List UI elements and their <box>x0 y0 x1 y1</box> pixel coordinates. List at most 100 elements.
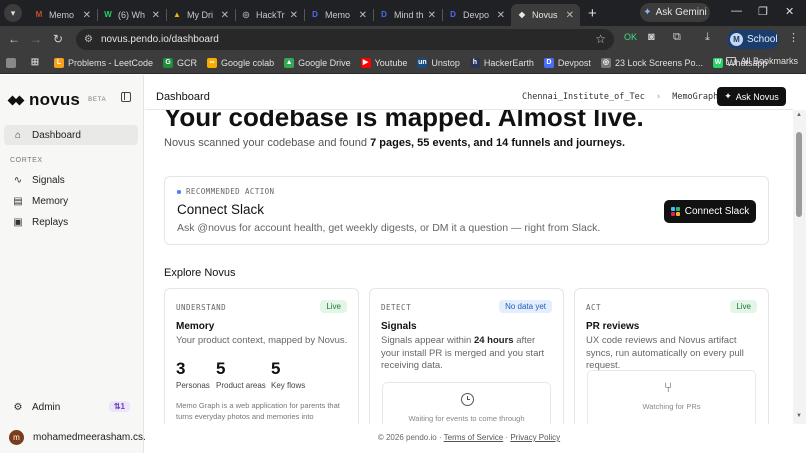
browser-tab[interactable]: D Memo ✕ <box>304 4 373 26</box>
pr-reviews-card[interactable]: ACT Live PR reviews UX code reviews and … <box>574 288 769 424</box>
bookmark-favicon-icon: D <box>543 57 554 68</box>
footer: © 2026 pendo.io · Terms of Service · Pri… <box>145 424 793 453</box>
novus-logo[interactable]: novus BETA <box>9 90 107 110</box>
user-menu[interactable]: m mohamedmeerasham.cs... <box>9 430 151 445</box>
close-tab-icon[interactable]: ✕ <box>290 10 298 21</box>
browser-tab[interactable]: D Devpo ✕ <box>442 4 511 26</box>
tab-favicon-icon: W <box>104 10 112 19</box>
ask-gemini-label: Ask Gemini <box>655 7 707 18</box>
privacy-link[interactable]: Privacy Policy <box>510 433 560 442</box>
kicker-text: RECOMMENDED ACTION <box>186 187 275 196</box>
recommended-kicker: RECOMMENDED ACTION <box>177 187 274 196</box>
bookmark-item[interactable]: un Unstop <box>417 57 460 68</box>
profile-avatar: M <box>730 33 743 46</box>
bookmark-item[interactable]: ▲ Google Drive <box>284 57 351 68</box>
sidebar-item-admin[interactable]: ⚙ Admin ⇅1 <box>4 397 138 417</box>
terms-link[interactable]: Terms of Service <box>444 433 504 442</box>
book-icon: ▤ <box>13 195 23 207</box>
back-icon[interactable]: ← <box>3 32 25 46</box>
forward-icon[interactable]: → <box>25 32 47 46</box>
bookmark-item[interactable]: ◎ 23 Lock Screens Po... <box>600 57 703 68</box>
browser-tab[interactable]: W (6) Wh ✕ <box>97 4 166 26</box>
bookmark-favicon-icon: ∞ <box>207 57 218 68</box>
scroll-up-icon[interactable]: ▲ <box>796 112 802 118</box>
close-tab-icon[interactable]: ✕ <box>152 10 160 21</box>
bookmark-star-icon[interactable]: ☆ <box>595 32 606 46</box>
close-window-icon[interactable]: ✕ <box>785 5 794 18</box>
stat-product-areas: 5 Product areas <box>216 359 266 390</box>
subtitle-text: Novus scanned your codebase and found <box>164 137 371 149</box>
explore-heading: Explore Novus <box>164 267 236 279</box>
desc-highlight: 24 hours <box>473 335 514 346</box>
page-scrollbar[interactable]: ▲ ▼ <box>793 110 806 424</box>
sidebar-item-memory[interactable]: ▤ Memory <box>4 191 138 211</box>
tab-title: Devpo <box>463 10 490 20</box>
bookmark-item[interactable]: D Devpost <box>543 57 591 68</box>
tab-search-icon[interactable]: ▾ <box>4 4 22 22</box>
browser-tab[interactable]: ◆ Novus ✕ <box>511 4 580 26</box>
bookmark-grid-icon[interactable]: ⊞ <box>30 57 44 68</box>
download-icon[interactable]: ⤓ <box>705 31 710 44</box>
bookmark-label: HackerEarth <box>483 57 534 68</box>
ask-gemini-button[interactable]: ✦ Ask Gemini <box>640 3 710 22</box>
browser-tab[interactable]: ▲ My Dri ✕ <box>166 4 235 26</box>
bookmark-favicon-icon: ◎ <box>600 57 611 68</box>
status-dot-icon <box>177 190 181 194</box>
bookmark-label: Google colab <box>221 57 275 68</box>
bookmark-favicon-icon: un <box>417 57 428 68</box>
waiting-text: Waiting for events to come through <box>408 414 525 423</box>
reload-icon[interactable]: ↻ <box>47 32 69 46</box>
admin-count-badge: ⇅1 <box>108 401 130 412</box>
minimize-icon[interactable]: — <box>731 5 742 17</box>
connect-slack-button[interactable]: Connect Slack <box>664 200 756 223</box>
card-description: Signals appear within 24 hours after you… <box>381 335 556 373</box>
bookmark-item[interactable]: h HackerEarth <box>469 57 534 68</box>
bookmark-item[interactable]: G GCR <box>163 57 198 68</box>
tab-favicon-icon: D <box>381 10 387 19</box>
close-tab-icon[interactable]: ✕ <box>566 10 574 21</box>
memory-card[interactable]: UNDERSTAND Live Memory Your product cont… <box>164 288 359 424</box>
close-tab-icon[interactable]: ✕ <box>221 10 229 21</box>
ask-novus-button[interactable]: ✦ Ask Novus <box>717 87 786 106</box>
tab-title: HackTr <box>256 10 285 20</box>
collapse-sidebar-icon[interactable] <box>121 92 131 102</box>
close-tab-icon[interactable]: ✕ <box>359 10 367 21</box>
close-tab-icon[interactable]: ✕ <box>428 10 436 21</box>
new-tab-button[interactable]: + <box>588 5 597 22</box>
extensions-puzzle-icon[interactable]: ⧉ <box>673 31 681 44</box>
profile-chip[interactable]: M School <box>727 30 779 49</box>
status-badge: Live <box>730 300 757 313</box>
bookmark-label: GCR <box>177 57 198 68</box>
close-tab-icon[interactable]: ✕ <box>83 10 91 21</box>
browser-menu-icon[interactable]: ⋮ <box>788 31 799 44</box>
sidebar-item-replays[interactable]: ▣ Replays <box>4 212 138 232</box>
browser-toolbar: ← → ↻ ⚙ novus.pendo.io/dashboard ☆ OK ◙ … <box>0 26 806 52</box>
tab-favicon-icon: ◆ <box>518 10 526 19</box>
scrollbar-thumb[interactable] <box>796 132 802 217</box>
browser-tab[interactable]: ◎ HackTr ✕ <box>235 4 304 26</box>
sidebar-item-signals[interactable]: ∿ Signals <box>4 170 138 190</box>
close-tab-icon[interactable]: ✕ <box>497 10 505 21</box>
browser-tab[interactable]: D Mind th ✕ <box>373 4 442 26</box>
extension-ok-icon[interactable]: OK <box>624 32 637 42</box>
bookmark-apps-icon[interactable] <box>6 57 20 68</box>
workspace-switcher[interactable]: Chennai_Institute_of_Tec › MemoGraph ⇕ <box>522 92 734 102</box>
sidebar-item-dashboard[interactable]: ⌂ Dashboard <box>4 125 138 145</box>
camera-extension-icon[interactable]: ◙ <box>648 31 655 43</box>
card-kicker: DETECT <box>381 303 412 312</box>
bookmark-item[interactable]: L Problems - LeetCode <box>54 57 153 68</box>
connect-slack-label: Connect Slack <box>684 206 750 217</box>
signals-card[interactable]: DETECT No data yet Signals Signals appea… <box>369 288 564 424</box>
restore-icon[interactable]: ❐ <box>758 5 768 18</box>
pr-waiting-panel: ⑂ Watching for PRs <box>587 370 756 424</box>
site-info-icon[interactable]: ⚙ <box>84 34 93 45</box>
bookmark-favicon-icon: G <box>163 57 174 68</box>
subtitle-stats: 7 pages, 55 events, and 14 funnels and j… <box>370 137 626 149</box>
bookmark-item[interactable]: ∞ Google colab <box>207 57 275 68</box>
copyright: © 2026 pendo.io · <box>377 433 444 442</box>
scroll-down-icon[interactable]: ▼ <box>796 413 802 419</box>
address-bar[interactable]: ⚙ novus.pendo.io/dashboard ☆ <box>76 29 614 50</box>
all-bookmarks-button[interactable]: All Bookmarks <box>726 56 798 66</box>
bookmark-item[interactable]: ▶ Youtube <box>360 57 407 68</box>
browser-tab[interactable]: M Memo ✕ <box>28 4 97 26</box>
